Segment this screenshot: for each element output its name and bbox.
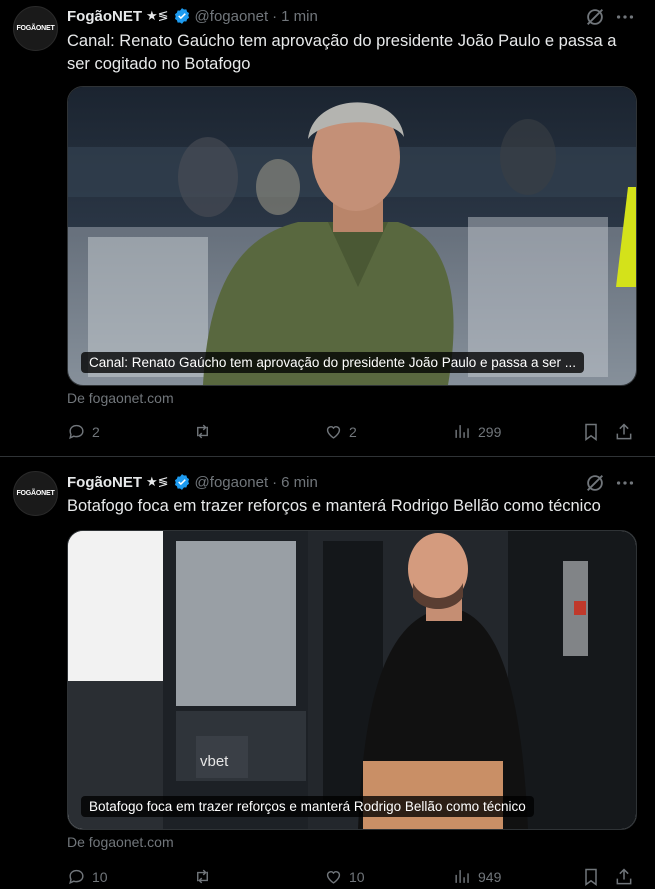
more-icon[interactable]	[614, 6, 636, 28]
repost-button[interactable]	[193, 422, 218, 441]
author-handle[interactable]: @fogaonet	[195, 8, 269, 25]
avatar-label: FOGÃONET	[16, 25, 55, 32]
repost-button[interactable]	[193, 867, 218, 886]
tweet-media[interactable]: vbet Botafogo foca em trazer reforços e …	[67, 530, 637, 830]
more-icon[interactable]	[614, 472, 636, 494]
separator-dot: ·	[272, 473, 278, 491]
timestamp[interactable]: 1 min	[281, 8, 318, 25]
tweet-header: FogãoNET ★≶ @fogaonet · 1 min	[67, 6, 318, 26]
tweet[interactable]: FOGÃONET FogãoNET ★≶ @fogaonet · 1 min C…	[0, 0, 655, 456]
reply-button[interactable]: 10	[67, 867, 108, 886]
separator-dot: ·	[272, 7, 278, 25]
bookmark-icon[interactable]	[581, 867, 601, 887]
repost-icon	[197, 424, 208, 439]
share-icon[interactable]	[614, 867, 634, 887]
views-button[interactable]: 299	[453, 422, 501, 441]
like-icon	[326, 871, 341, 884]
verified-badge-icon	[174, 8, 189, 24]
author-name[interactable]: FogãoNET	[67, 474, 142, 491]
share-icon[interactable]	[614, 422, 634, 442]
author-handle[interactable]: @fogaonet	[195, 474, 269, 491]
link-source[interactable]: De fogaonet.com	[67, 834, 174, 850]
media-caption: Botafogo foca em trazer reforços e mante…	[81, 796, 534, 817]
tweet-text: Canal: Renato Gaúcho tem aprovação do pr…	[67, 32, 617, 73]
media-photo-renato	[68, 87, 636, 385]
action-bar: 10 10 949	[67, 867, 637, 889]
action-bar: 2 2 299	[67, 422, 637, 444]
grok-icon[interactable]	[584, 6, 606, 28]
like-button[interactable]: 2	[324, 422, 357, 441]
tweet-text: Botafogo foca em trazer reforços e mante…	[67, 497, 601, 515]
svg-text:vbet: vbet	[200, 753, 229, 770]
media-photo-bellao: vbet	[68, 531, 636, 829]
author-name[interactable]: FogãoNET	[67, 8, 142, 25]
avatar[interactable]: FOGÃONET	[13, 471, 58, 516]
avatar[interactable]: FOGÃONET	[13, 6, 58, 51]
grok-icon[interactable]	[584, 472, 606, 494]
tweet-media[interactable]: Canal: Renato Gaúcho tem aprovação do pr…	[67, 86, 637, 386]
like-count: 2	[349, 423, 357, 440]
name-decoration: ★≶	[146, 474, 169, 489]
reply-button[interactable]: 2	[67, 422, 100, 441]
views-icon	[455, 870, 469, 883]
link-source[interactable]: De fogaonet.com	[67, 390, 174, 406]
tweet[interactable]: FOGÃONET FogãoNET ★≶ @fogaonet · 6 min B…	[0, 457, 655, 888]
avatar-label: FOGÃONET	[16, 490, 55, 497]
views-count: 299	[478, 423, 502, 440]
reply-count: 2	[92, 423, 100, 440]
like-icon	[326, 426, 341, 439]
views-count: 949	[478, 868, 502, 885]
bookmark-icon[interactable]	[581, 422, 601, 442]
name-decoration: ★≶	[146, 8, 169, 23]
reply-count: 10	[92, 868, 108, 885]
tweet-header: FogãoNET ★≶ @fogaonet · 6 min	[67, 472, 318, 492]
reply-icon	[69, 869, 84, 885]
media-caption: Canal: Renato Gaúcho tem aprovação do pr…	[81, 352, 585, 373]
repost-icon	[197, 869, 208, 884]
like-count: 10	[349, 868, 365, 885]
views-icon	[455, 425, 469, 438]
views-button[interactable]: 949	[453, 867, 501, 886]
verified-badge-icon	[174, 474, 189, 490]
timestamp[interactable]: 6 min	[281, 474, 318, 491]
reply-icon	[69, 424, 84, 440]
like-button[interactable]: 10	[324, 867, 365, 886]
